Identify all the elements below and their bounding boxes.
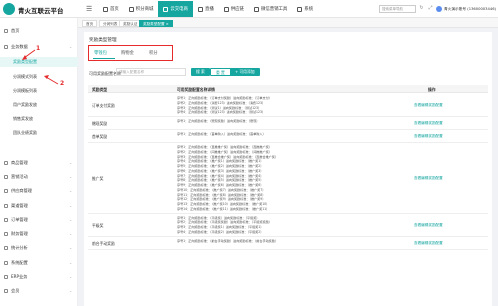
- column-header-action: 操作: [428, 87, 436, 92]
- config-name-input[interactable]: 请输入配置名称: [116, 68, 186, 76]
- reward-detail-line: 序号10：正向奖励标准：（推广奖7）进向奖励标准：（推广奖7）: [177, 187, 266, 192]
- reward-detail-line: 序号14：正向奖励标准：（推广奖11）进向奖励标准：（推广奖11）: [177, 206, 270, 211]
- reward-detail-line: 序号1：正向奖励标准：（前台手动奖励）进向奖励标准：（前台手动奖励）: [177, 238, 278, 243]
- reward-detail-line: 序号4：正向奖励标准：（平级奖2）进向奖励标准：（平级奖2）: [177, 229, 264, 234]
- table-row: 推广奖 序号1：正向奖励标准：（直推推广奖）进向奖励标准：（直推推广奖） 序号2：正…: [88, 143, 488, 214]
- reward-type-cell: 首单奖励: [92, 134, 108, 139]
- subtab[interactable]: 积分: [149, 50, 158, 56]
- edit-config-link[interactable]: 查看编辑奖励配置: [414, 103, 443, 108]
- column-header-detail: 可用奖励配置名称详情: [177, 87, 215, 92]
- reward-detail-line: 序号6：正向奖励标准：（推广奖3）进向奖励标准：（推广奖3）: [177, 168, 264, 173]
- reward-detail-cell: 序号1：正向奖励标准：（平级奖）进向奖励标准：（平级奖） 序号2：正向奖励标准：（…: [177, 216, 272, 235]
- reward-detail-cell: 序号1：正向奖励标准：（前台手动奖励）进向奖励标准：（前台手动奖励）: [177, 239, 278, 244]
- reward-type-cell: 平级奖: [92, 222, 104, 228]
- edit-config-link[interactable]: 查看编辑奖励配置: [414, 121, 443, 126]
- tab[interactable]: 首页: [82, 20, 98, 27]
- table-row: 前台手动奖励 序号1：正向奖励标准：（前台手动奖励）进向奖励标准：（前台手动奖励）…: [88, 237, 488, 250]
- column-header-type: 奖励类型: [92, 87, 108, 92]
- reward-detail-line: 序号2：正向奖励标准：（间推推广奖）进向奖励标准：（间推推广奖）: [177, 149, 272, 154]
- reset-button[interactable]: 重 置: [210, 68, 231, 76]
- add-button[interactable]: + 可用添加: [230, 68, 260, 76]
- page-title: 奖励类型管理: [89, 38, 117, 43]
- table-row: 订单支付奖励 序号1：正向奖励标准：（订单支付奖励）进向奖励标准：（订单支付） 序号…: [88, 94, 488, 117]
- table-row: 赠现奖励 序号1：正向奖励标准：（赠现奖励）进向奖励标准：（赠现） 查看编辑奖励配置: [88, 117, 488, 130]
- search-button[interactable]: 搜 索: [191, 68, 210, 76]
- edit-config-link[interactable]: 查看编辑奖励配置: [414, 241, 443, 246]
- reward-type-cell: 订单支付奖励: [92, 103, 115, 108]
- table-row: 首单奖励 序号1：正向奖励标准：（首单购入）进向奖励标准：（首单购入） 查看编辑奖励…: [88, 130, 488, 143]
- subtab[interactable]: 零钱包: [94, 50, 107, 56]
- main-panel: 奖励类型管理 零钱包 购物金 积分 可用奖励配置名称 请输入配置名称 搜 索 重 置…: [84, 32, 492, 306]
- subtab-underline: [93, 58, 115, 59]
- reward-type-cell: 赠现奖励: [92, 121, 108, 126]
- reward-detail-cell: 序号1：正向奖励标准：（直推推广奖）进向奖励标准：（直推推广奖） 序号2：正向奖励…: [177, 145, 278, 212]
- subtab[interactable]: 购物金: [121, 50, 134, 56]
- reward-detail-line: 序号4：正向奖励标准：（测试123）进向奖励标准：（测试123）: [177, 110, 266, 115]
- reward-type-cell: 前台手动奖励: [92, 240, 115, 246]
- reward-detail-cell: 序号1：正向奖励标准：（订单支付奖励）进向奖励标准：（订单支付） 序号2：正向奖励…: [177, 96, 272, 115]
- table-row: 平级奖 序号1：正向奖励标准：（平级奖）进向奖励标准：（平级奖） 序号2：正向奖励标…: [88, 214, 488, 237]
- reward-detail-line: 序号2：正向奖励标准：（消费123）进向奖励标准：（消费123）: [177, 100, 266, 105]
- reward-detail-line: 序号1：正向奖励标准：（赠现奖励）进向奖励标准：（赠现）: [177, 119, 260, 123]
- reward-detail-cell: 序号1：正向奖励标准：（赠现奖励）进向奖励标准：（赠现）: [177, 119, 259, 124]
- table-header: 奖励类型 可用奖励配置名称详情 操作: [88, 85, 488, 93]
- reward-detail-line: 序号1：正向奖励标准：（首单购入）进向奖励标准：（首单购入）: [177, 132, 266, 136]
- reward-detail-cell: 序号1：正向奖励标准：（首单购入）进向奖励标准：（首单购入）: [177, 132, 266, 137]
- annotation-arrow-2: [45, 76, 59, 85]
- page-tabs: 首页 分润列表 奖励认证 奖励类型配置 ×: [78, 18, 498, 28]
- reward-type-cell: 推广奖: [92, 175, 104, 181]
- edit-config-link[interactable]: 查看编辑奖励配置: [414, 134, 443, 139]
- tab[interactable]: 奖励类型配置 ×: [139, 20, 173, 27]
- reward-subtabs: 零钱包 购物金 积分: [88, 45, 173, 61]
- edit-config-link[interactable]: 查看编辑奖励配置: [414, 223, 443, 228]
- edit-config-link[interactable]: 查看编辑奖励配置: [414, 176, 443, 181]
